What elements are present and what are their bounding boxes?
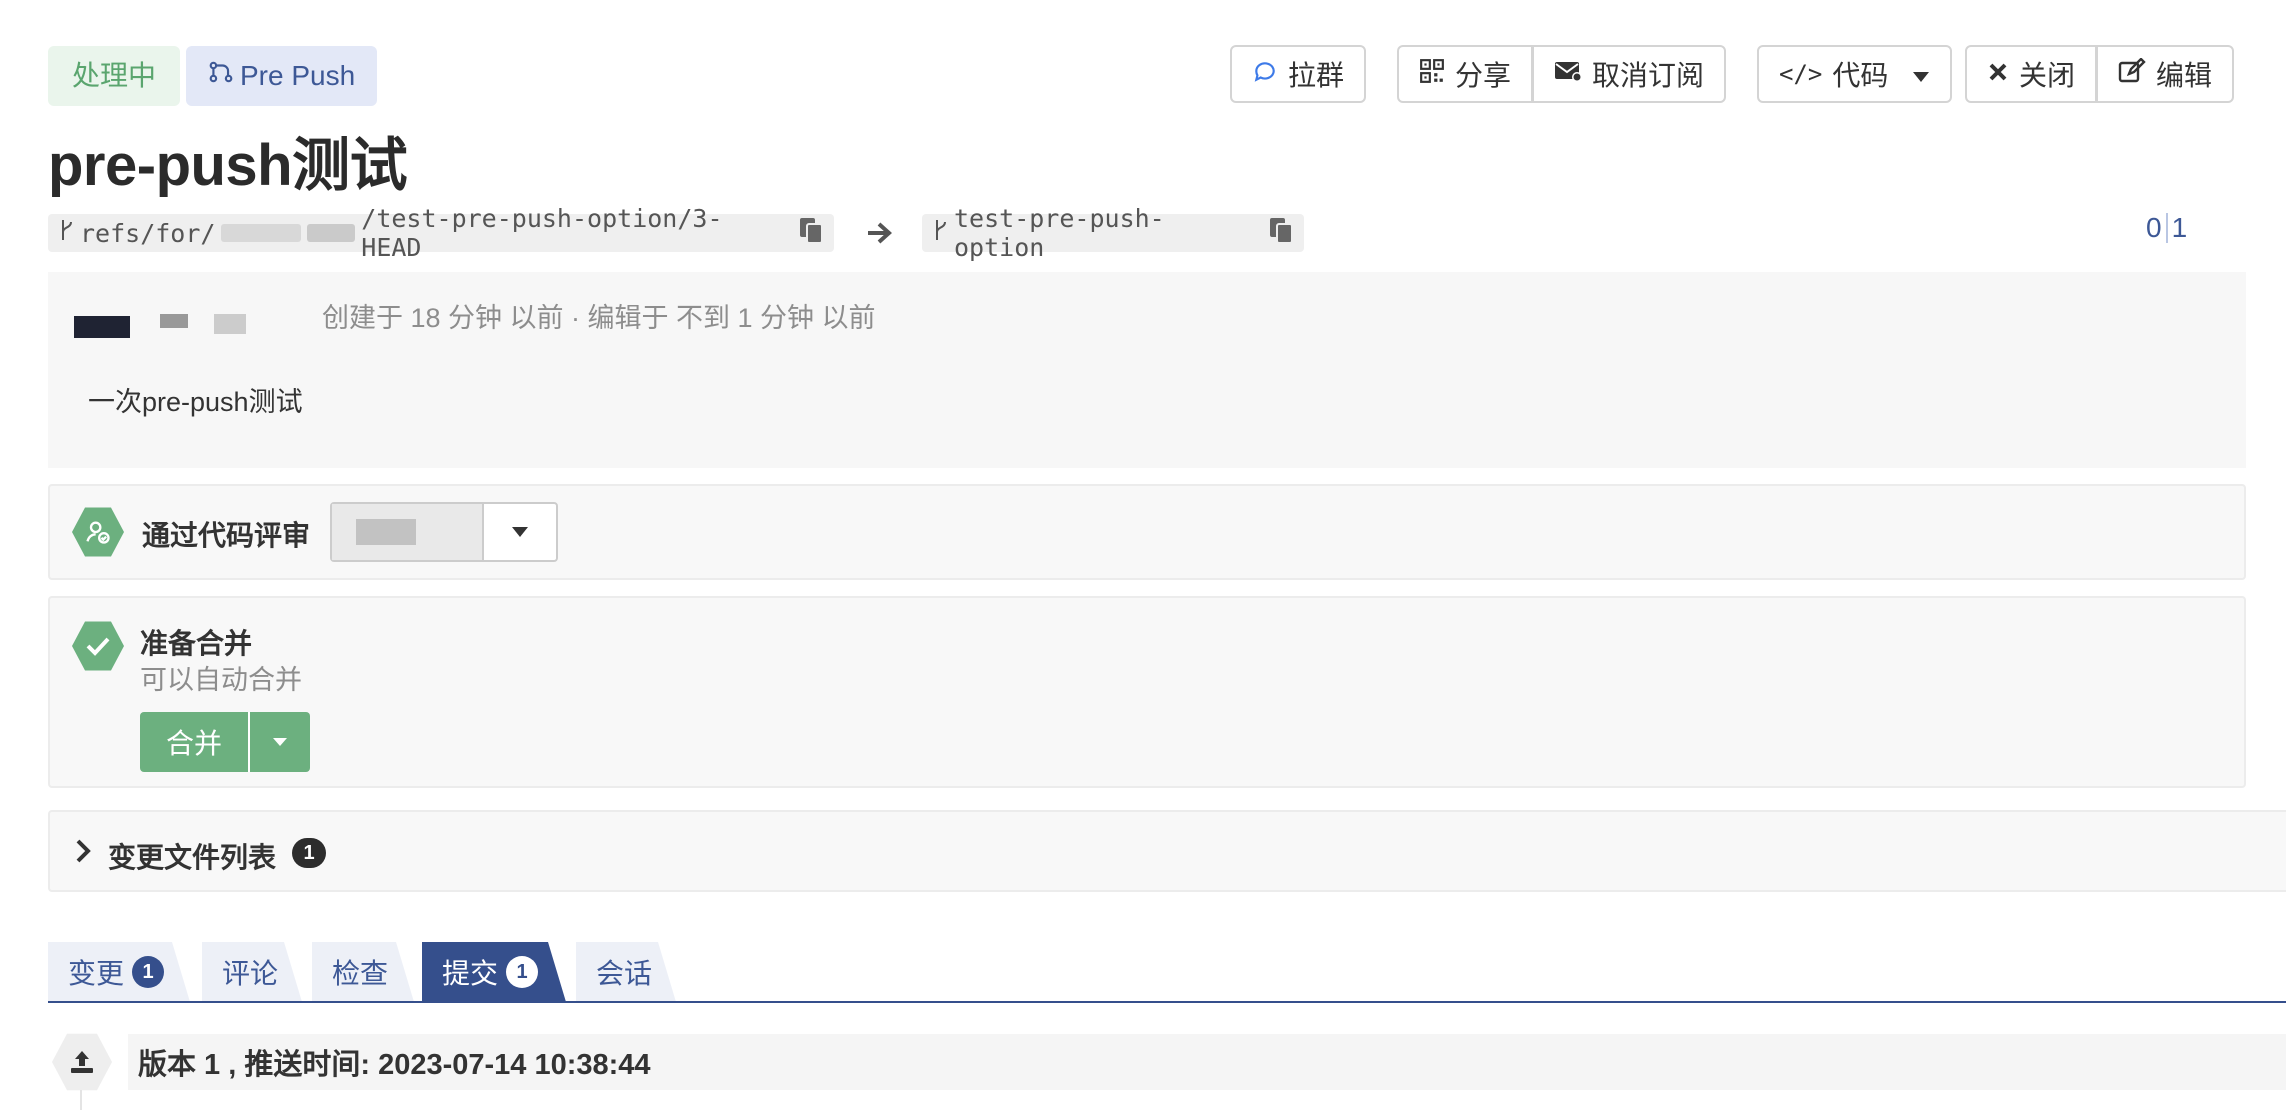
tab-changes[interactable]: 变更 1	[48, 942, 190, 1002]
upload-icon	[52, 1033, 112, 1091]
review-label: 通过代码评审	[142, 520, 311, 551]
tab-count-badge: 1	[132, 956, 164, 988]
type-badge-label: Pre Push	[240, 60, 356, 91]
timestamps: 创建于 18 分钟 以前 · 编辑于 不到 1 分钟 以前	[322, 303, 876, 333]
branch-flow-icon	[208, 46, 234, 106]
merge-subtitle: 可以自动合并	[140, 665, 302, 695]
redacted-block	[356, 519, 416, 545]
reviewer-select[interactable]	[330, 502, 558, 562]
version-header: 版本 1 , 推送时间: 2023-07-14 10:38:44	[128, 1034, 2286, 1090]
merge-options-caret[interactable]	[248, 712, 310, 772]
vote-counter: 0 1	[2146, 212, 2188, 243]
branch-icon	[58, 218, 74, 248]
envelope-icon	[1554, 58, 1583, 90]
redacted-block	[160, 314, 188, 328]
edit-button[interactable]: 编辑	[2097, 45, 2235, 103]
status-badge: 处理中	[48, 46, 181, 106]
close-icon	[1987, 58, 2009, 90]
merge-button-group: 合并	[140, 712, 311, 772]
redacted-block	[221, 224, 302, 242]
code-icon: </>	[1779, 60, 1823, 88]
source-branch: refs/for/ /test-pre-push-option/3-HEAD	[48, 204, 834, 262]
tab-commits[interactable]: 提交 1	[422, 942, 566, 1002]
redacted-block	[307, 224, 356, 242]
source-ref-prefix: refs/for/	[80, 218, 216, 248]
copy-icon[interactable]	[798, 216, 824, 250]
type-badge: Pre Push	[186, 46, 378, 106]
target-ref: test-pre-push-option	[954, 204, 1165, 262]
page-title: pre-push测试	[48, 133, 408, 198]
tab-comments[interactable]: 评论	[202, 942, 302, 1002]
redacted-block	[214, 314, 246, 334]
avatar	[74, 316, 130, 338]
edit-icon	[2118, 56, 2146, 91]
chevron-right-icon[interactable]	[74, 838, 92, 869]
copy-icon[interactable]	[1268, 216, 1294, 250]
merge-title: 准备合并	[140, 628, 253, 659]
reviewer-select-value	[332, 504, 484, 560]
tab-conversations[interactable]: 会话	[576, 942, 676, 1002]
merge-panel	[48, 596, 2246, 788]
merge-button[interactable]: 合并	[140, 712, 248, 772]
branch-icon	[932, 218, 948, 248]
code-dropdown-button[interactable]: </> 代码	[1757, 45, 1953, 103]
qrcode-icon	[1419, 58, 1445, 91]
description-text: 一次pre-push测试	[88, 387, 303, 417]
target-branch: test-pre-push-option	[922, 204, 1304, 262]
caret-down-icon	[1912, 58, 1930, 90]
tab-underline	[48, 1001, 2286, 1003]
caret-down-icon[interactable]	[484, 504, 556, 560]
unsubscribe-button[interactable]: 取消订阅	[1533, 45, 1727, 103]
source-ref-suffix: /test-pre-push-option/3-HEAD	[361, 204, 723, 262]
timeline-line	[80, 1090, 82, 1110]
arrow-right-icon	[866, 220, 894, 251]
share-button[interactable]: 分享	[1397, 45, 1534, 103]
group-chat-button[interactable]: 拉群	[1230, 45, 1367, 103]
close-button[interactable]: 关闭	[1965, 45, 2098, 103]
changed-files-label: 变更文件列表	[108, 842, 277, 873]
counter-divider	[2165, 213, 2168, 243]
tab-count-badge: 1	[506, 956, 538, 988]
chat-icon	[1252, 58, 1278, 91]
tab-checks[interactable]: 检查	[312, 942, 414, 1002]
changed-files-panel[interactable]	[48, 810, 2286, 892]
changed-files-count: 1	[292, 838, 326, 868]
